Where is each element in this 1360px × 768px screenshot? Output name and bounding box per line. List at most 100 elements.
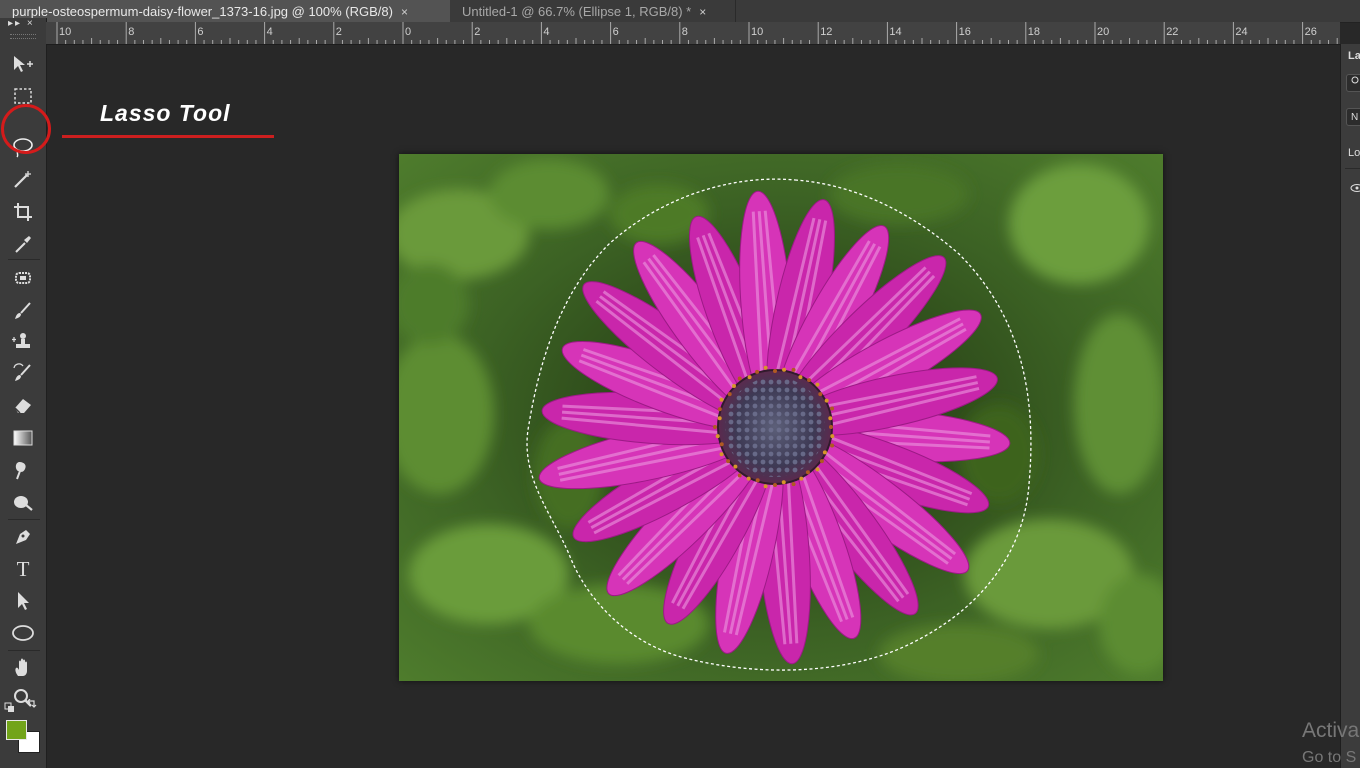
- divider: [8, 259, 40, 260]
- activation-watermark-title: Activa: [1302, 719, 1360, 742]
- panel-grip[interactable]: [10, 34, 36, 39]
- stamen: [829, 425, 833, 429]
- stamen: [719, 397, 724, 402]
- lasso-highlight-circle: [1, 104, 51, 154]
- dodge-tool[interactable]: [8, 488, 38, 516]
- type-tool[interactable]: T: [8, 555, 38, 583]
- ruler-label: 18: [1028, 26, 1040, 38]
- layers-panel-collapsed: La N Lo: [1340, 44, 1360, 768]
- stamen: [731, 383, 736, 388]
- ellipse-icon: [12, 625, 34, 641]
- move-tool[interactable]: [8, 50, 38, 78]
- stamen: [818, 392, 823, 397]
- ruler-label: 24: [1235, 26, 1247, 38]
- history-brush-icon: [13, 363, 31, 381]
- lock-label: Lo: [1348, 147, 1360, 159]
- ruler-label: 4: [543, 26, 549, 38]
- ruler-label: 2: [474, 26, 480, 38]
- gradient-tool[interactable]: [8, 424, 38, 452]
- stamen: [807, 378, 812, 383]
- leaf-blob: [1009, 164, 1149, 284]
- stamen: [719, 442, 724, 447]
- arrow-icon: [18, 592, 29, 610]
- path-selection-tool[interactable]: [8, 587, 38, 615]
- leaf-blob: [829, 164, 969, 224]
- stamen: [715, 434, 720, 439]
- layer-filter-field[interactable]: [1346, 74, 1360, 92]
- spot-healing-tool[interactable]: [8, 264, 38, 292]
- panel-collapse-control[interactable]: ▸▸ ×: [8, 18, 44, 31]
- pen-tool[interactable]: [8, 523, 38, 551]
- quick-selection-tool[interactable]: [8, 166, 38, 194]
- stamen: [717, 416, 722, 421]
- layer-visibility-toggle[interactable]: [1349, 180, 1360, 198]
- crop-icon: [14, 203, 32, 221]
- horizontal-ruler: 10 8 6 4 2 0 2 4 6 8 10 12 14 16 18 20 22 24 26: [46, 22, 1340, 45]
- stamen: [830, 434, 835, 439]
- tab-title: Untitled-1 @ 66.7% (Ellipse 1, RGB/8) *: [462, 4, 692, 19]
- stamen: [773, 483, 777, 487]
- eyedropper-icon: [15, 236, 31, 253]
- stamen: [791, 482, 796, 487]
- stamen: [782, 367, 787, 372]
- stamen: [819, 459, 824, 464]
- leaf-blob: [489, 159, 609, 229]
- stamen: [755, 369, 760, 374]
- stamen: [815, 467, 820, 472]
- eraser-icon: [14, 399, 31, 414]
- ruler-label: 22: [1166, 26, 1178, 38]
- document-tab-bar: purple-osteospermum-daisy-flower_1373-16…: [0, 0, 1360, 23]
- hand-icon: [15, 658, 27, 676]
- stamen: [830, 443, 835, 448]
- stamen: [755, 478, 760, 483]
- dodge-icon: [14, 496, 33, 511]
- ruler-label: 6: [197, 26, 203, 38]
- hand-tool[interactable]: [8, 654, 38, 682]
- eraser-tool[interactable]: [8, 391, 38, 419]
- stamp-icon: [12, 333, 30, 348]
- ruler-label: 14: [889, 26, 901, 38]
- stamen: [717, 407, 722, 412]
- close-icon[interactable]: ×: [699, 5, 706, 19]
- type-icon: T: [16, 556, 30, 581]
- ruler-label: 20: [1097, 26, 1109, 38]
- stamen: [737, 473, 742, 478]
- layers-panel-tab[interactable]: La: [1348, 50, 1360, 62]
- stamen: [799, 476, 804, 481]
- move-icon: [14, 56, 33, 72]
- crop-tool[interactable]: [8, 198, 38, 226]
- close-icon[interactable]: ×: [401, 5, 408, 19]
- clone-stamp-tool[interactable]: [8, 328, 38, 356]
- annotation-label: Lasso Tool: [100, 100, 231, 126]
- ruler-label: 6: [613, 26, 619, 38]
- tab-title: purple-osteospermum-daisy-flower_1373-16…: [12, 4, 393, 19]
- swap-colors-icon: [4, 698, 37, 712]
- brush-tool[interactable]: [8, 297, 38, 325]
- stamen: [773, 369, 777, 373]
- stamen: [733, 464, 738, 469]
- ruler-ticks: 10 8 6 4 2 0 2 4 6 8 10 12 14 16 18 20 22 24 26: [56, 22, 1338, 44]
- foreground-color-swatch[interactable]: [6, 720, 27, 740]
- tab-daisy-document[interactable]: purple-osteospermum-daisy-flower_1373-16…: [0, 0, 450, 22]
- magic-wand-icon: [14, 171, 31, 188]
- eyedropper-tool[interactable]: [8, 230, 38, 258]
- tab-untitled-document[interactable]: Untitled-1 @ 66.7% (Ellipse 1, RGB/8) * ×: [452, 0, 736, 22]
- ellipse-tool[interactable]: [8, 619, 38, 647]
- gradient-icon: [13, 430, 33, 446]
- stamen: [737, 376, 742, 381]
- stamen: [763, 365, 768, 370]
- stamen: [822, 450, 827, 455]
- ruler-label: 10: [751, 26, 763, 38]
- blur-tool[interactable]: [8, 456, 38, 484]
- stamen: [815, 382, 820, 387]
- document-image[interactable]: [399, 154, 1163, 681]
- daisy-photo: [399, 154, 1163, 681]
- annotation-underline: [62, 135, 274, 138]
- history-brush-tool[interactable]: [8, 359, 38, 387]
- ruler-label: 26: [1305, 26, 1317, 38]
- stamen: [727, 392, 732, 397]
- blend-mode-dropdown[interactable]: N: [1346, 108, 1360, 126]
- activation-watermark-subtitle: Go to S: [1302, 749, 1357, 766]
- default-colors-control[interactable]: [4, 698, 40, 718]
- eye-icon: [1350, 184, 1360, 192]
